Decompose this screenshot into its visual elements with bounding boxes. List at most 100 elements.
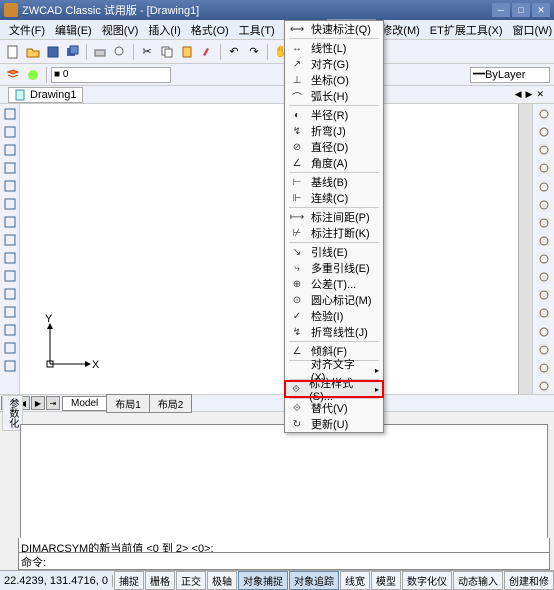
block-icon[interactable] — [2, 358, 18, 374]
spline-icon[interactable] — [2, 232, 18, 248]
dim-menu-item-10[interactable]: ∠角度(A) — [285, 155, 383, 171]
layout2-tab[interactable]: 布局2 — [149, 394, 193, 413]
menu-10[interactable]: 窗口(W) — [508, 20, 554, 40]
dim-menu-item-5[interactable]: ⌒弧长(H) — [285, 88, 383, 104]
status-栅格[interactable]: 栅格 — [145, 571, 175, 590]
saveall-icon[interactable] — [64, 43, 82, 61]
dim-menu-item-19[interactable]: ⤷多重引线(E) — [285, 260, 383, 276]
linetype-combo[interactable]: ━━ ByLayer — [470, 67, 550, 83]
scale-icon[interactable] — [535, 233, 553, 249]
dim-menu-item-13[interactable]: ⊩连续(C) — [285, 190, 383, 206]
dim-menu-item-9[interactable]: ⊘直径(D) — [285, 139, 383, 155]
dim-menu-item-20[interactable]: ⊕公差(T)... — [285, 276, 383, 292]
dim-menu-item-2[interactable]: ↔线性(L) — [285, 40, 383, 56]
status-线宽[interactable]: 线宽 — [340, 571, 370, 590]
maximize-button[interactable]: □ — [512, 3, 530, 17]
dim-menu-item-12[interactable]: ⊢基线(B) — [285, 174, 383, 190]
document-tab[interactable]: Drawing1 — [8, 87, 83, 103]
dim-menu-item-23[interactable]: ↯折弯线性(J) — [285, 324, 383, 340]
rect-icon[interactable] — [2, 178, 18, 194]
circle-icon[interactable] — [2, 142, 18, 158]
text-icon[interactable] — [2, 304, 18, 320]
layer-a-icon[interactable] — [24, 66, 42, 84]
line-icon[interactable] — [2, 106, 18, 122]
point-icon[interactable] — [2, 250, 18, 266]
menu-3[interactable]: 插入(I) — [143, 20, 185, 40]
paste-icon[interactable] — [178, 43, 196, 61]
stretch-icon[interactable] — [535, 251, 553, 267]
status-对象捕捉[interactable]: 对象捕捉 — [238, 571, 288, 590]
status-对象追踪[interactable]: 对象追踪 — [289, 571, 339, 590]
menu-4[interactable]: 格式(O) — [186, 20, 234, 40]
join-icon[interactable] — [535, 324, 553, 340]
menu-5[interactable]: 工具(T) — [234, 20, 280, 40]
mirror-icon[interactable] — [535, 142, 553, 158]
layer-combo[interactable]: ■ 0 — [51, 67, 171, 83]
drawing-canvas[interactable]: X Y — [20, 104, 518, 394]
dim-menu-item-7[interactable]: ◐半径(R) — [285, 107, 383, 123]
hatch-icon[interactable] — [2, 268, 18, 284]
model-tab[interactable]: Model — [62, 396, 107, 411]
vertical-scrollbar[interactable] — [518, 104, 532, 394]
trim-icon[interactable] — [535, 269, 553, 285]
break-icon[interactable] — [535, 305, 553, 321]
erase-icon[interactable] — [535, 106, 553, 122]
status-数字化仪[interactable]: 数字化仪 — [402, 571, 452, 590]
dim-menu-item-22[interactable]: ✓检验(I) — [285, 308, 383, 324]
new-icon[interactable] — [4, 43, 22, 61]
arc-icon[interactable] — [2, 160, 18, 176]
region-icon[interactable] — [2, 286, 18, 302]
close-button[interactable]: ✕ — [532, 3, 550, 17]
status-捕捉[interactable]: 捕捉 — [114, 571, 144, 590]
minimize-button[interactable]: ─ — [492, 3, 510, 17]
menu-1[interactable]: 编辑(E) — [50, 20, 97, 40]
open-icon[interactable] — [24, 43, 42, 61]
match-icon[interactable] — [198, 43, 216, 61]
dim-menu-item-21[interactable]: ⊙圆心标记(M) — [285, 292, 383, 308]
status-模型[interactable]: 模型 — [371, 571, 401, 590]
status-动态输入[interactable]: 动态输入 — [453, 571, 503, 590]
tab-next-icon[interactable]: ▶ — [31, 396, 45, 410]
fillet-icon[interactable] — [535, 360, 553, 376]
copy-icon[interactable] — [158, 43, 176, 61]
command-input[interactable]: 命令: — [18, 552, 550, 570]
dim-menu-item-3[interactable]: ↗对齐(G) — [285, 56, 383, 72]
dim-menu-item-15[interactable]: ⟼标注间距(P) — [285, 209, 383, 225]
dim-menu-item-29[interactable]: ⟐标注样式(S)...▸ — [285, 381, 383, 397]
menu-2[interactable]: 视图(V) — [97, 20, 144, 40]
save-icon[interactable] — [44, 43, 62, 61]
pline-icon[interactable] — [2, 124, 18, 140]
dim-menu-item-16[interactable]: ⊬标注打断(K) — [285, 225, 383, 241]
status-极轴[interactable]: 极轴 — [207, 571, 237, 590]
dim-menu-item-0[interactable]: ⟷快速标注(Q) — [285, 21, 383, 37]
rotate-icon[interactable] — [535, 215, 553, 231]
tab-nav-left[interactable]: ◀ — [513, 89, 524, 100]
table-icon[interactable] — [2, 340, 18, 356]
ellipse-icon[interactable] — [2, 196, 18, 212]
status-正交[interactable]: 正交 — [176, 571, 206, 590]
undo-icon[interactable]: ↶ — [225, 43, 243, 61]
earc-icon[interactable] — [2, 214, 18, 230]
dim-menu-item-8[interactable]: ↯折弯(J) — [285, 123, 383, 139]
tab-close-icon[interactable]: ✕ — [534, 89, 546, 100]
tab-nav-right[interactable]: ▶ — [524, 89, 535, 100]
tab-last-icon[interactable]: ⇥ — [46, 396, 60, 410]
plot-icon[interactable] — [91, 43, 109, 61]
dim-menu-item-18[interactable]: ↘引线(E) — [285, 244, 383, 260]
copy-icon[interactable] — [535, 124, 553, 140]
move-icon[interactable] — [535, 197, 553, 213]
explode-icon[interactable] — [535, 378, 553, 394]
cut-icon[interactable]: ✂ — [138, 43, 156, 61]
dim-menu-item-4[interactable]: ⊥坐标(O) — [285, 72, 383, 88]
mtext-icon[interactable] — [2, 322, 18, 338]
menu-0[interactable]: 文件(F) — [4, 20, 50, 40]
chamfer-icon[interactable] — [535, 342, 553, 358]
layout1-tab[interactable]: 布局1 — [106, 394, 150, 413]
dim-menu-item-32[interactable]: ↻更新(U) — [285, 416, 383, 432]
preview-icon[interactable] — [111, 43, 129, 61]
redo-icon[interactable]: ↷ — [245, 43, 263, 61]
status-创建和修[interactable]: 创建和修 — [504, 571, 554, 590]
extend-icon[interactable] — [535, 287, 553, 303]
array-icon[interactable] — [535, 179, 553, 195]
menu-9[interactable]: ET扩展工具(X) — [425, 20, 508, 40]
